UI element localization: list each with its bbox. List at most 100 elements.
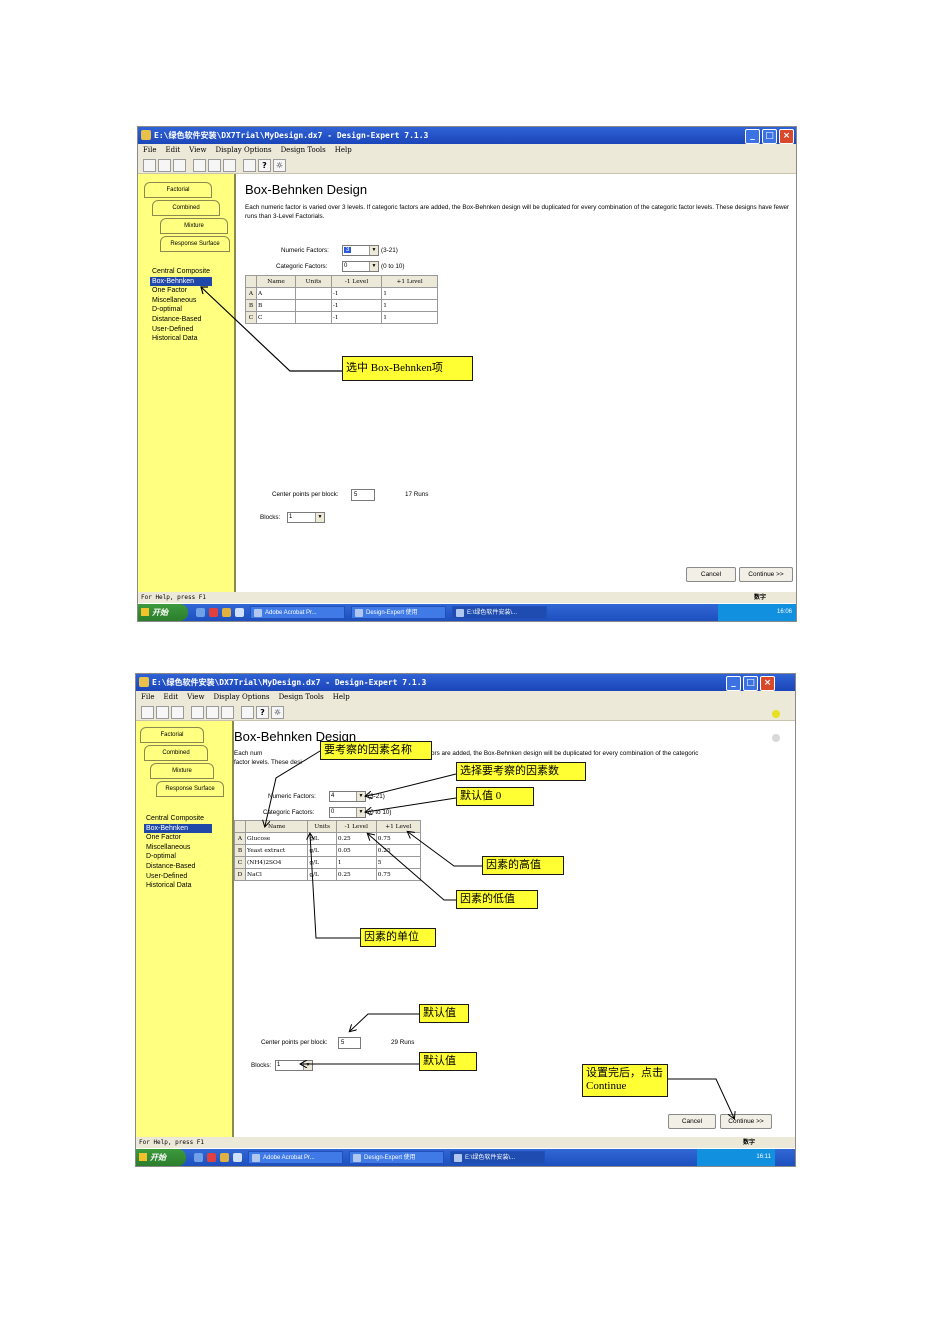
tab-factorial[interactable]: Factorial bbox=[144, 182, 212, 198]
factor-high-cell[interactable]: 0.75 bbox=[375, 832, 422, 845]
menu-display-options[interactable]: Display Options bbox=[215, 144, 271, 157]
minimize-button[interactable]: _ bbox=[726, 676, 741, 691]
task-design-expert-doc[interactable]: Design-Expert 使用 bbox=[351, 606, 446, 619]
save-icon[interactable] bbox=[171, 705, 184, 719]
numeric-factors-select[interactable]: 3 ▼ bbox=[342, 245, 379, 256]
design-central-composite[interactable]: Central Composite bbox=[150, 267, 212, 277]
factor-name-cell[interactable]: Yeast extract bbox=[244, 844, 309, 857]
start-button[interactable]: 开始 bbox=[138, 604, 188, 621]
factor-name-cell[interactable]: NaCl bbox=[244, 868, 309, 881]
folder-icon[interactable] bbox=[222, 608, 231, 617]
desktop-icon[interactable] bbox=[196, 608, 205, 617]
save-icon[interactable] bbox=[173, 158, 186, 172]
tab-response-surface[interactable]: Response Surface bbox=[160, 236, 230, 252]
categoric-factors-select[interactable]: 0 ▼ bbox=[329, 807, 366, 818]
factor-low-cell[interactable]: 0.25 bbox=[335, 868, 377, 881]
design-miscellaneous[interactable]: Miscellaneous bbox=[150, 296, 212, 306]
menu-file[interactable]: File bbox=[141, 691, 154, 704]
design-miscellaneous[interactable]: Miscellaneous bbox=[144, 843, 212, 853]
new-file-icon[interactable] bbox=[143, 158, 156, 172]
continue-button[interactable]: Continue >> bbox=[720, 1114, 772, 1129]
task-design-expert-app[interactable]: E:\绿色软件安装\... bbox=[450, 1151, 545, 1164]
menu-edit[interactable]: Edit bbox=[163, 691, 178, 704]
factor-high-cell[interactable]: 5 bbox=[375, 856, 422, 869]
center-points-input[interactable]: 5 bbox=[351, 489, 375, 501]
start-button[interactable]: 开始 bbox=[136, 1149, 186, 1166]
tab-mixture[interactable]: Mixture bbox=[160, 218, 228, 234]
factor-name-cell[interactable]: (NH4)2SO4 bbox=[244, 856, 309, 869]
copy-icon[interactable] bbox=[206, 705, 219, 719]
categoric-factors-select[interactable]: 0 ▼ bbox=[342, 261, 379, 272]
factor-low-cell[interactable]: 1 bbox=[335, 856, 377, 869]
design-one-factor[interactable]: One Factor bbox=[144, 833, 212, 843]
blocks-select[interactable]: 1 ▼ bbox=[275, 1060, 313, 1071]
menu-help[interactable]: Help bbox=[333, 691, 350, 704]
acrobat-icon[interactable] bbox=[209, 608, 218, 617]
menu-design-tools[interactable]: Design Tools bbox=[281, 144, 326, 157]
print-icon[interactable] bbox=[243, 158, 256, 172]
factor-name-cell[interactable]: A bbox=[255, 287, 297, 300]
design-d-optimal[interactable]: D-optimal bbox=[144, 852, 212, 862]
factor-high-cell[interactable]: 0.25 bbox=[375, 844, 422, 857]
factor-high-cell[interactable]: 1 bbox=[381, 311, 438, 324]
tab-response-surface[interactable]: Response Surface bbox=[156, 781, 224, 797]
tip-icon[interactable]: ☼ bbox=[271, 705, 284, 719]
factor-units-cell[interactable]: g/L bbox=[307, 844, 337, 857]
factor-units-cell[interactable]: g/L bbox=[307, 856, 337, 869]
cut-icon[interactable] bbox=[193, 158, 206, 172]
continue-button[interactable]: Continue >> bbox=[739, 567, 793, 582]
factor-low-cell[interactable]: -1 bbox=[330, 287, 383, 300]
menu-edit[interactable]: Edit bbox=[165, 144, 180, 157]
design-d-optimal[interactable]: D-optimal bbox=[150, 305, 212, 315]
factor-name-cell[interactable]: Glucose bbox=[244, 832, 309, 845]
task-acrobat[interactable]: Adobe Acrobat Pr... bbox=[250, 606, 345, 619]
factor-name-cell[interactable]: B bbox=[255, 299, 297, 312]
acrobat-icon[interactable] bbox=[207, 1153, 216, 1162]
task-acrobat[interactable]: Adobe Acrobat Pr... bbox=[248, 1151, 343, 1164]
cancel-button[interactable]: Cancel bbox=[668, 1114, 716, 1129]
menu-design-tools[interactable]: Design Tools bbox=[279, 691, 324, 704]
browser-icon[interactable] bbox=[233, 1153, 242, 1162]
close-button[interactable]: × bbox=[760, 676, 775, 691]
paste-icon[interactable] bbox=[221, 705, 234, 719]
menu-file[interactable]: File bbox=[143, 144, 156, 157]
factor-units-cell[interactable]: g/L bbox=[307, 832, 337, 845]
design-user-defined[interactable]: User-Defined bbox=[144, 872, 212, 882]
minimize-button[interactable]: _ bbox=[745, 129, 760, 144]
factor-low-cell[interactable]: -1 bbox=[330, 299, 383, 312]
factor-high-cell[interactable]: 1 bbox=[381, 287, 438, 300]
menu-view[interactable]: View bbox=[189, 144, 206, 157]
tab-factorial[interactable]: Factorial bbox=[140, 727, 204, 743]
factor-units-cell[interactable] bbox=[295, 311, 332, 324]
menu-display-options[interactable]: Display Options bbox=[213, 691, 269, 704]
numeric-factors-select[interactable]: 4 ▼ bbox=[329, 791, 366, 802]
tip-icon[interactable]: ☼ bbox=[273, 158, 286, 172]
factor-name-cell[interactable]: C bbox=[255, 311, 297, 324]
menu-view[interactable]: View bbox=[187, 691, 204, 704]
close-button[interactable]: × bbox=[779, 129, 794, 144]
center-points-input[interactable]: 5 bbox=[338, 1037, 361, 1049]
open-file-icon[interactable] bbox=[158, 158, 171, 172]
help-icon[interactable]: ? bbox=[256, 705, 269, 719]
folder-icon[interactable] bbox=[220, 1153, 229, 1162]
design-central-composite[interactable]: Central Composite bbox=[144, 814, 212, 824]
copy-icon[interactable] bbox=[208, 158, 221, 172]
cut-icon[interactable] bbox=[191, 705, 204, 719]
design-distance-based[interactable]: Distance-Based bbox=[144, 862, 212, 872]
task-design-expert-app[interactable]: E:\绿色软件安装\... bbox=[452, 606, 547, 619]
factor-high-cell[interactable]: 1 bbox=[381, 299, 438, 312]
maximize-button[interactable]: □ bbox=[743, 676, 758, 691]
design-user-defined[interactable]: User-Defined bbox=[150, 325, 212, 335]
paste-icon[interactable] bbox=[223, 158, 236, 172]
factor-low-cell[interactable]: -1 bbox=[330, 311, 383, 324]
factor-units-cell[interactable] bbox=[295, 299, 332, 312]
maximize-button[interactable]: □ bbox=[762, 129, 777, 144]
factor-high-cell[interactable]: 0.75 bbox=[375, 868, 422, 881]
factor-low-cell[interactable]: 0.25 bbox=[335, 832, 377, 845]
browser-icon[interactable] bbox=[235, 608, 244, 617]
desktop-icon[interactable] bbox=[194, 1153, 203, 1162]
task-design-expert-doc[interactable]: Design-Expert 使用 bbox=[349, 1151, 444, 1164]
print-icon[interactable] bbox=[241, 705, 254, 719]
factor-units-cell[interactable]: g/L bbox=[307, 868, 337, 881]
blocks-select[interactable]: 1 ▼ bbox=[287, 512, 325, 523]
